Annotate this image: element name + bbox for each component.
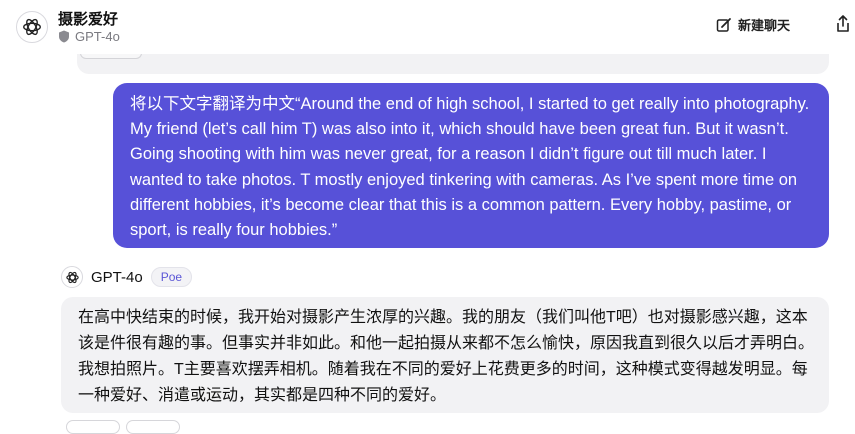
message-action-chip[interactable]	[66, 420, 120, 434]
bot-message: 在高中快结束的时候，我开始对摄影产生浓厚的兴趣。我的朋友（我们叫他T吧）也对摄影…	[61, 297, 829, 413]
bot-small-avatar[interactable]	[61, 266, 83, 288]
chat-header: 摄影爱好 GPT-4o 新建聊天	[0, 0, 855, 54]
bot-message-header: GPT-4o Poe	[61, 266, 193, 288]
openai-logo-icon	[65, 271, 79, 283]
new-chat-icon	[716, 17, 731, 32]
bot-avatar[interactable]	[16, 11, 48, 43]
model-label: GPT-4o	[75, 29, 120, 44]
user-message: 将以下文字翻译为中文“Around the end of high school…	[113, 83, 829, 248]
new-chat-button[interactable]: 新建聊天	[716, 15, 790, 34]
message-action-chip[interactable]	[126, 420, 180, 434]
poe-badge: Poe	[150, 267, 193, 287]
share-icon	[837, 15, 849, 32]
openai-logo-icon	[23, 18, 41, 36]
share-button[interactable]	[836, 15, 850, 38]
chat-title: 摄影爱好	[58, 11, 119, 28]
shield-icon	[59, 30, 69, 43]
new-chat-label: 新建聊天	[738, 18, 791, 33]
model-info: GPT-4o	[58, 29, 120, 44]
bot-name[interactable]: GPT-4o	[91, 269, 143, 286]
